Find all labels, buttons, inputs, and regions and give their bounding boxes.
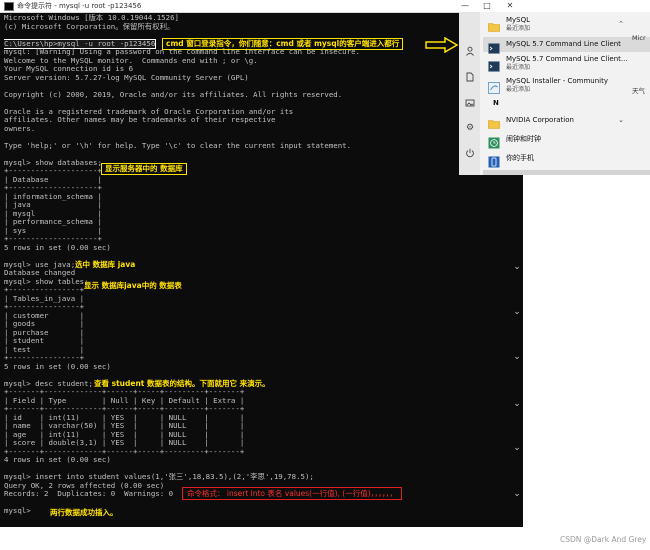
tile-text-cutoff: 天气 (632, 87, 645, 95)
annotation-show-tables: 显示 数据库java中的 数据表 (84, 281, 182, 290)
chevron-down-icon: ⌄ (513, 307, 521, 317)
window-title: 命令提示符 - mysql -u root -p123456 (17, 2, 142, 10)
menu-item-mysql-cli-unicode[interactable]: MySQL 5.7 Command Line Client... 最近添加 (483, 53, 650, 75)
console-line: owners. (4, 123, 36, 133)
console-line: affiliates. Other names may be trademark… (4, 115, 276, 124)
menu-item-subtitle: 最近添加 (506, 25, 531, 32)
menu-item-subtitle: 最近添加 (506, 86, 531, 93)
menu-group-letter-n[interactable]: N (483, 98, 650, 110)
menu-item-your-phone[interactable]: 你的手机 (483, 151, 650, 168)
menu-group-letter: N (493, 99, 499, 107)
console-line: Records: 2 Duplicates: 0 Warnings: 0 (4, 489, 174, 498)
gear-icon[interactable]: ⚙ (465, 123, 475, 133)
folder-icon (488, 115, 500, 129)
console-line: mysql> insert into student values(1,'张三'… (4, 472, 314, 481)
console-line: Server version: 5.7.27-log MySQL Communi… (4, 72, 249, 82)
console-line: | java | (4, 200, 102, 209)
minimize-button[interactable]: — (455, 0, 475, 12)
phone-icon (488, 153, 500, 168)
chevron-down-icon: ⌄ (513, 262, 521, 272)
console-line: | performance_schema | (4, 217, 102, 226)
user-icon[interactable] (465, 46, 475, 56)
console-line: +----------------+ (4, 302, 85, 311)
console-line: Your MySQL connection id is 6 (4, 64, 134, 73)
console-line: 4 rows in set (0.00 sec) (4, 455, 111, 464)
console-line: Type 'help;' or '\h' for help. Type '\c'… (4, 140, 352, 150)
console-line: (c) Microsoft Corporation。保留所有权利。 (4, 21, 175, 31)
chevron-down-icon: ⌄ (513, 352, 521, 362)
annotation-insert-format: 命令格式： insert into 表名 values(一行值), (一行值)，… (182, 487, 402, 500)
console-line: +----------------+ (4, 353, 85, 362)
chevron-down-icon: ⌄ (513, 443, 521, 453)
menu-item-title: MySQL 5.7 Command Line Client... (506, 55, 628, 63)
console-line: +--------------------+ (4, 183, 102, 192)
menu-item-nvidia[interactable]: NVIDIA Corporation ⌄ (483, 113, 650, 129)
console-line: mysql> (4, 506, 31, 515)
console-line: +--------------------+ (4, 234, 102, 243)
console-line: 5 rows in set (0.00 sec) (4, 242, 111, 252)
console-line: Microsoft Windows [版本 10.0.19044.1526] (4, 14, 179, 22)
arrow-icon (425, 37, 459, 53)
menu-item-title: MySQL Installer - Community (506, 77, 609, 85)
menu-item-title: NVIDIA Corporation (506, 116, 574, 124)
console-line: | goods | (4, 319, 85, 328)
menu-item-subtitle: 最近添加 (506, 64, 531, 71)
taskbar-search-strip (483, 170, 650, 175)
maximize-button[interactable]: □ (477, 0, 497, 12)
close-button[interactable]: ✕ (500, 0, 520, 12)
watermark: CSDN @Dark And Grey (560, 535, 647, 544)
chevron-down-icon: ⌄ (513, 399, 521, 409)
terminal-icon (488, 39, 500, 54)
console-line: +--------------------+ (4, 166, 102, 175)
power-icon[interactable] (465, 148, 475, 158)
console-line: Database changed (4, 268, 76, 277)
console-line: | name | varchar(50) | YES | | NULL | | (4, 421, 245, 430)
installer-icon (488, 79, 500, 94)
menu-item-mysql-folder[interactable]: MySQL 最近添加 ⌃ (483, 14, 650, 36)
cmd-window[interactable]: 命令提示符 - mysql -u root -p123456 — □ ✕ Mic… (0, 0, 523, 527)
cmd-app-icon (4, 2, 14, 11)
menu-item-alarms-clock[interactable]: 闹钟和时钟 (483, 132, 650, 149)
console-line: +-------+-------------+------+-----+----… (4, 387, 245, 396)
console-output[interactable]: Microsoft Windows [版本 10.0.19044.1526] (c… (4, 14, 509, 526)
console-line: | student | (4, 336, 85, 345)
menu-item-title: MySQL (506, 16, 531, 24)
document-icon[interactable] (465, 72, 475, 82)
window-titlebar[interactable]: 命令提示符 - mysql -u root -p123456 — □ ✕ (0, 0, 523, 13)
menu-item-title: 闹钟和时钟 (506, 135, 541, 143)
chevron-down-icon: ⌄ (618, 116, 624, 124)
annotation-use-java: 选中 数据库 java (75, 260, 136, 269)
console-line: 5 rows in set (0.00 sec) (4, 361, 111, 371)
console-line: +-------+-------------+------+-----+----… (4, 404, 245, 413)
start-menu[interactable]: ⚙ MySQL 最近添加 ⌃ MySQL 5.7 Command Line Cl… (459, 12, 650, 175)
console-line: +----------------+ (4, 285, 85, 294)
chevron-down-icon: ⌄ (513, 489, 521, 499)
menu-item-title: MySQL 5.7 Command Line Client (506, 40, 621, 48)
folder-icon (488, 18, 500, 32)
console-line: Copyright (c) 2000, 2019, Oracle and/or … (4, 89, 343, 99)
chevron-up-icon: ⌃ (618, 20, 624, 28)
pictures-icon[interactable] (465, 98, 475, 108)
tile-text-cutoff: Micr (632, 34, 646, 42)
terminal-icon (488, 57, 500, 72)
annotation-inserted-ok: 两行数据成功插入。 (50, 508, 118, 517)
console-scrollbar[interactable]: ⌄ ⌄ ⌄ ⌄ ⌄ ⌄ (510, 175, 523, 527)
menu-item-title: 你的手机 (506, 154, 534, 162)
menu-item-mysql-installer[interactable]: MySQL Installer - Community 最近添加 (483, 75, 650, 97)
start-menu-rail: ⚙ (459, 12, 480, 175)
annotation-show-databases: 显示服务器中的 数据库 (101, 163, 187, 175)
console-line: | score | double(3,1) | YES | | NULL | | (4, 438, 245, 447)
menu-item-mysql-cli[interactable]: MySQL 5.7 Command Line Client (483, 37, 650, 54)
annotation-desc-student: 查看 student 数据表的结构。下面就用它 来演示。 (94, 379, 270, 388)
clock-icon (488, 134, 500, 149)
annotation-cmd-login: cmd 窗口登录指令，你们随意：cmd 或者 mysql的客户端进入都行 (162, 38, 404, 50)
